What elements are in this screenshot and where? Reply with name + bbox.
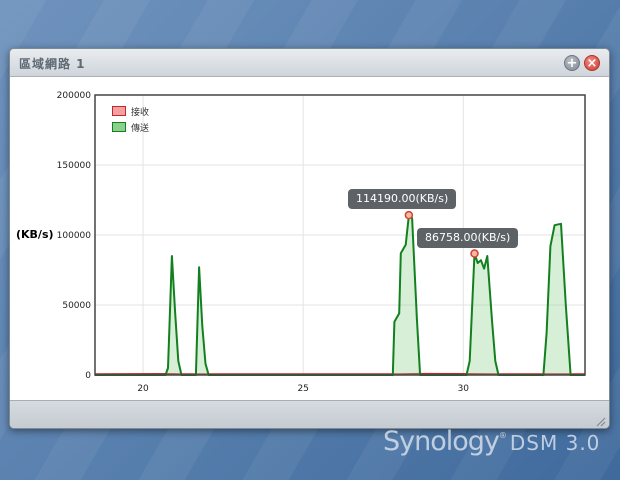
y-tick-label: 200000 — [57, 91, 92, 101]
x-tick-label: 30 — [458, 384, 470, 394]
y-tick-label: 50000 — [62, 301, 91, 311]
chart-legend: 接收 傳送 — [112, 103, 149, 135]
network-monitor-window[interactable]: 區域網路 1 + × (KB/s) 0 50000 100000 150000 2000… — [9, 48, 610, 429]
y-tick-label: 150000 — [57, 161, 92, 171]
brand-version: DSM 3.0 — [509, 431, 601, 455]
window-titlebar[interactable]: 區域網路 1 + × — [10, 49, 609, 77]
y-tick-label: 0 — [85, 371, 91, 381]
brand-name: Synology — [383, 426, 500, 457]
x-tick-label: 25 — [297, 384, 308, 394]
annotation-marker — [470, 249, 479, 258]
legend-item-send: 傳送 — [112, 119, 149, 135]
y-tick-label: 100000 — [57, 231, 92, 241]
window-statusbar — [10, 400, 609, 428]
window-title: 區域網路 1 — [19, 57, 86, 71]
legend-label-send: 傳送 — [131, 123, 150, 134]
x-tick-label: 20 — [137, 384, 149, 394]
annotation-marker — [404, 210, 414, 220]
data-tooltip-peak-1: 114190.00(KB/s) — [348, 189, 457, 209]
close-icon[interactable]: × — [584, 55, 600, 71]
legend-item-receive: 接收 — [112, 103, 149, 119]
legend-label-receive: 接收 — [131, 107, 150, 118]
traffic-chart: 0 50000 100000 150000 200000 20 25 30 — [57, 91, 586, 394]
synology-dsm-logo: Synology® DSM 3.0 — [383, 426, 600, 466]
add-icon[interactable]: + — [564, 55, 580, 71]
legend-swatch-receive — [112, 106, 126, 116]
legend-swatch-send — [112, 122, 126, 132]
brand-registered-mark: ® — [498, 431, 507, 440]
chart-area: (KB/s) 0 50000 100000 150000 200000 20 25 30 接收… — [10, 78, 609, 400]
data-tooltip-peak-2: 86758.00(KB/s) — [417, 228, 519, 248]
